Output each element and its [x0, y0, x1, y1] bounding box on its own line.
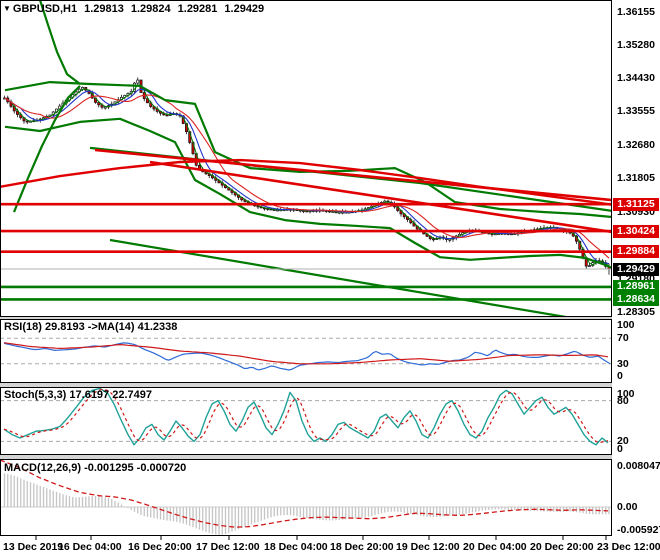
rsi-indicator-label: RSI(18) 29.8193 ->MA(14) 41.2338 — [4, 321, 178, 333]
indicator-axis-label: 0.008047 — [617, 460, 660, 472]
time-axis-label: 13 Dec 2019 — [3, 541, 64, 553]
price-level-badge-current-price: 1.29429 — [613, 262, 659, 276]
time-axis-label: 20 Dec 20:00 — [530, 541, 594, 553]
price-level-badge-support: 1.28961 — [613, 280, 659, 294]
indicator-axis-label: 100 — [617, 319, 635, 331]
indicator-axis-label: 0 — [617, 443, 623, 455]
price-level-badge-resistance: 1.29884 — [613, 245, 659, 259]
indicator-axis-label: 80 — [617, 395, 629, 407]
chart-canvas[interactable] — [0, 0, 660, 560]
price-level-badge-support: 1.28634 — [613, 292, 659, 306]
indicator-axis-label: 30 — [617, 358, 629, 370]
macd-indicator-label: MACD(12,26,9) -0.001295 -0.000720 — [4, 462, 187, 474]
price-axis-label: 1.28305 — [617, 306, 655, 318]
symbol-label: GBPUSD,H1 — [12, 3, 78, 15]
price-axis-label: 1.33555 — [617, 105, 655, 118]
time-axis-label: 18 Dec 20:00 — [330, 541, 394, 553]
indicator-axis-label: -0.005927 — [617, 524, 660, 536]
ohlc-low: 1.29281 — [177, 3, 218, 15]
price-level-badge-resistance: 1.30424 — [613, 224, 659, 238]
chart-title: ▼ GBPUSD,H1 1.29813 1.29824 1.29281 1.29429 — [3, 3, 264, 17]
price-level-badge-resistance: 1.31125 — [613, 197, 659, 211]
price-axis-label: 1.35280 — [617, 39, 655, 52]
ohlc-close: 1.29429 — [224, 3, 265, 15]
symbol-dropdown-icon[interactable]: ▼ — [3, 4, 11, 13]
indicator-axis-label: 0.00 — [617, 501, 638, 513]
chart-window: ▼ GBPUSD,H1 1.29813 1.29824 1.29281 1.29429 R… — [0, 0, 660, 560]
ohlc-open: 1.29813 — [84, 3, 124, 15]
time-axis[interactable]: 13 Dec 2019 16 Dec 04:00 16 Dec 20:00 17 De… — [0, 540, 660, 560]
price-axis-label: 1.31805 — [617, 172, 655, 185]
indicator-axis-label: 0 — [617, 370, 623, 382]
price-axis-label: 1.36155 — [617, 6, 655, 18]
time-axis-label: 19 Dec 12:00 — [396, 541, 460, 553]
indicator-axis-label: 70 — [617, 332, 629, 344]
stoch-indicator-label: Stoch(5,3,3) 17.6197 22.7497 — [4, 389, 152, 401]
time-axis-label: 23 Dec 12:00 — [597, 541, 660, 553]
time-axis-label: 17 Dec 12:00 — [196, 541, 260, 553]
price-axis[interactable]: 1.36155 1.35280 1.34430 1.33555 1.32680 1.318… — [612, 0, 660, 560]
ohlc-high: 1.29824 — [130, 3, 171, 15]
time-axis-label: 18 Dec 04:00 — [264, 541, 328, 553]
price-axis-label: 1.34430 — [617, 71, 655, 84]
time-axis-label: 20 Dec 04:00 — [463, 541, 527, 553]
time-axis-label: 16 Dec 04:00 — [58, 541, 122, 553]
time-axis-label: 16 Dec 20:00 — [128, 541, 192, 553]
price-axis-label: 1.32680 — [617, 138, 655, 151]
